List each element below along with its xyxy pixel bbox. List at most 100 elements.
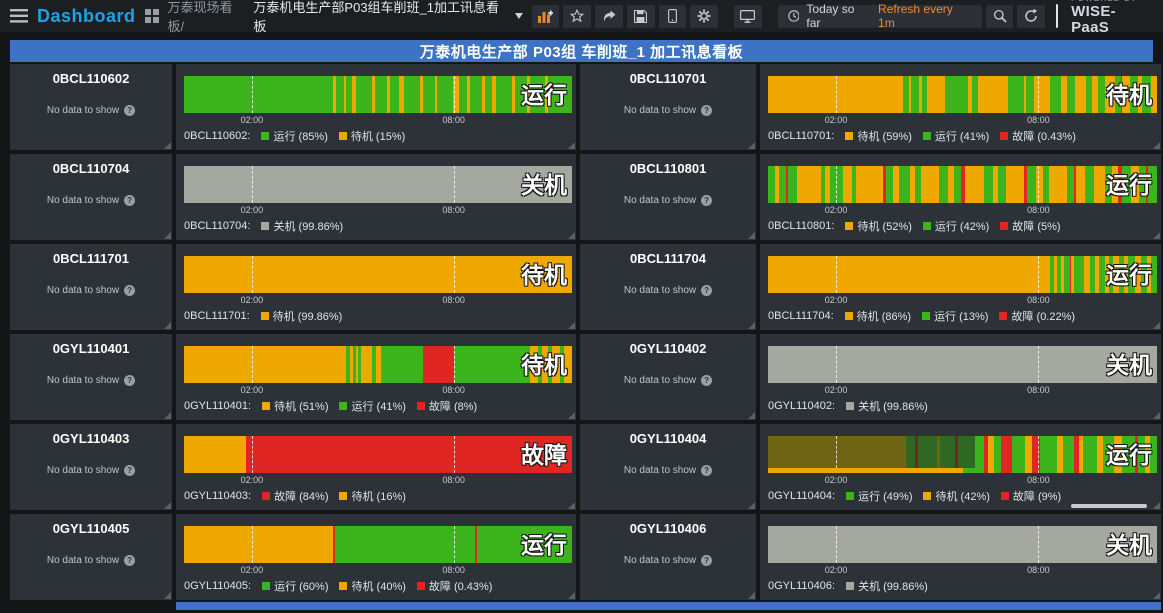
search-button[interactable] [986, 5, 1014, 28]
legend-item[interactable]: 故障 (5%) [1000, 218, 1060, 234]
panel-resize-handle[interactable] [568, 502, 575, 509]
legend-item[interactable]: 待机 (51%) [262, 398, 328, 414]
legend-item[interactable]: 故障 (0.43%) [417, 578, 493, 594]
panel-resize-handle[interactable] [164, 592, 171, 599]
machine-id-title[interactable]: 0GYL110405 [10, 514, 172, 536]
help-icon[interactable]: ? [124, 465, 135, 476]
panel-resize-handle[interactable] [568, 412, 575, 419]
panel-resize-handle[interactable] [1153, 412, 1160, 419]
help-icon[interactable]: ? [124, 375, 135, 386]
panel-resize-handle[interactable] [568, 592, 575, 599]
star-button[interactable] [563, 5, 591, 28]
panel-resize-handle[interactable] [164, 322, 171, 329]
legend-item[interactable]: 待机 (99.86%) [261, 308, 343, 324]
machine-id-title[interactable]: 0GYL110406 [580, 514, 756, 536]
panel-resize-handle[interactable] [748, 232, 755, 239]
refresh-button[interactable] [1017, 5, 1045, 28]
panel-resize-handle[interactable] [1153, 322, 1160, 329]
breadcrumb[interactable]: 万泰现场看板/ 万泰机电生产部P03组车削班_1加工讯息看板 [168, 0, 523, 35]
save-button[interactable] [627, 5, 655, 28]
panel-resize-handle[interactable] [1153, 232, 1160, 239]
legend-item[interactable]: 故障 (9%) [1001, 488, 1061, 504]
timeline-bar[interactable] [768, 346, 1157, 383]
timeline-bar[interactable] [184, 256, 572, 293]
timeline-bar[interactable] [184, 436, 572, 473]
panel-resize-handle[interactable] [748, 322, 755, 329]
legend-item[interactable]: 故障 (8%) [417, 398, 477, 414]
legend-item[interactable]: 待机 (86%) [845, 308, 911, 324]
panel-resize-handle[interactable] [164, 502, 171, 509]
help-icon[interactable]: ? [124, 105, 135, 116]
legend-item[interactable]: 运行 (41%) [923, 128, 989, 144]
timeline-bar[interactable] [184, 166, 572, 203]
help-icon[interactable]: ? [701, 105, 712, 116]
machine-id-title[interactable]: 0BCL110602 [10, 64, 172, 86]
machine-id-title[interactable]: 0BCL111701 [10, 244, 172, 266]
machine-id-title[interactable]: 0BCL110701 [580, 64, 756, 86]
panel-resize-handle[interactable] [748, 502, 755, 509]
help-icon[interactable]: ? [124, 555, 135, 566]
legend-item[interactable]: 运行 (13%) [922, 308, 988, 324]
legend-item[interactable]: 故障 (0.22%) [999, 308, 1075, 324]
dashboard-logo[interactable]: Dashboard [37, 6, 136, 27]
legend-item[interactable]: 运行 (42%) [923, 218, 989, 234]
timeline-bar[interactable] [768, 526, 1157, 563]
breadcrumb-current[interactable]: 万泰机电生产部P03组车削班_1加工讯息看板 [253, 0, 509, 35]
legend-item[interactable]: 运行 (41%) [339, 398, 405, 414]
time-range-picker[interactable]: Today so far Refresh every 1m [778, 5, 982, 28]
panel-resize-handle[interactable] [164, 142, 171, 149]
legend-scrollbar[interactable] [1071, 504, 1147, 508]
legend-item[interactable]: 运行 (85%) [261, 128, 327, 144]
panel-resize-handle[interactable] [1153, 502, 1160, 509]
legend-item[interactable]: 关机 (99.86%) [846, 398, 928, 414]
timeline-bar[interactable] [768, 166, 1157, 203]
panel-resize-handle[interactable] [568, 232, 575, 239]
panel-resize-handle[interactable] [748, 412, 755, 419]
help-icon[interactable]: ? [701, 375, 712, 386]
hamburger-menu-icon[interactable] [10, 9, 28, 23]
legend-item[interactable]: 运行 (49%) [846, 488, 912, 504]
refresh-interval-label[interactable]: Refresh every 1m [878, 2, 972, 30]
legend-item[interactable]: 运行 (60%) [262, 578, 328, 594]
panel-resize-handle[interactable] [1153, 592, 1160, 599]
legend-item[interactable]: 待机 (52%) [845, 218, 911, 234]
help-icon[interactable]: ? [701, 555, 712, 566]
machine-id-title[interactable]: 0GYL110401 [10, 334, 172, 356]
panel-resize-handle[interactable] [568, 142, 575, 149]
timeline-bar[interactable] [768, 76, 1157, 113]
machine-id-title[interactable]: 0BCL110801 [580, 154, 756, 176]
tv-mode-button[interactable] [734, 5, 762, 28]
timeline-bar[interactable] [768, 436, 1157, 473]
machine-id-title[interactable]: 0GYL110403 [10, 424, 172, 446]
timeline-bar[interactable] [768, 256, 1157, 293]
panel-resize-handle[interactable] [1153, 142, 1160, 149]
panel-resize-handle[interactable] [748, 592, 755, 599]
panel-resize-handle[interactable] [164, 412, 171, 419]
legend-item[interactable]: 待机 (15%) [339, 128, 405, 144]
panel-resize-handle[interactable] [164, 232, 171, 239]
legend-item[interactable]: 关机 (99.86%) [846, 578, 928, 594]
settings-gear-button[interactable] [690, 5, 718, 28]
legend-item[interactable]: 故障 (84%) [262, 488, 328, 504]
share-button[interactable] [595, 5, 623, 28]
legend-item[interactable]: 关机 (99.86%) [261, 218, 343, 234]
mobile-view-button[interactable] [659, 5, 687, 28]
timeline-bar[interactable] [184, 346, 572, 383]
legend-item[interactable]: 待机 (59%) [845, 128, 911, 144]
machine-id-title[interactable]: 0BCL111704 [580, 244, 756, 266]
help-icon[interactable]: ? [701, 285, 712, 296]
machine-id-title[interactable]: 0GYL110402 [580, 334, 756, 356]
time-range-label[interactable]: Today so far [806, 2, 871, 30]
panel-resize-handle[interactable] [568, 322, 575, 329]
add-panel-button[interactable] [532, 5, 560, 28]
breadcrumb-root[interactable]: 万泰现场看板/ [168, 0, 249, 35]
legend-item[interactable]: 待机 (16%) [339, 488, 405, 504]
timeline-bar[interactable] [184, 526, 572, 563]
help-icon[interactable]: ? [124, 195, 135, 206]
help-icon[interactable]: ? [701, 195, 712, 206]
legend-item[interactable]: 故障 (0.43%) [1000, 128, 1076, 144]
timeline-bar[interactable] [184, 76, 572, 113]
legend-item[interactable]: 待机 (42%) [923, 488, 989, 504]
help-icon[interactable]: ? [701, 465, 712, 476]
panel-resize-handle[interactable] [748, 142, 755, 149]
